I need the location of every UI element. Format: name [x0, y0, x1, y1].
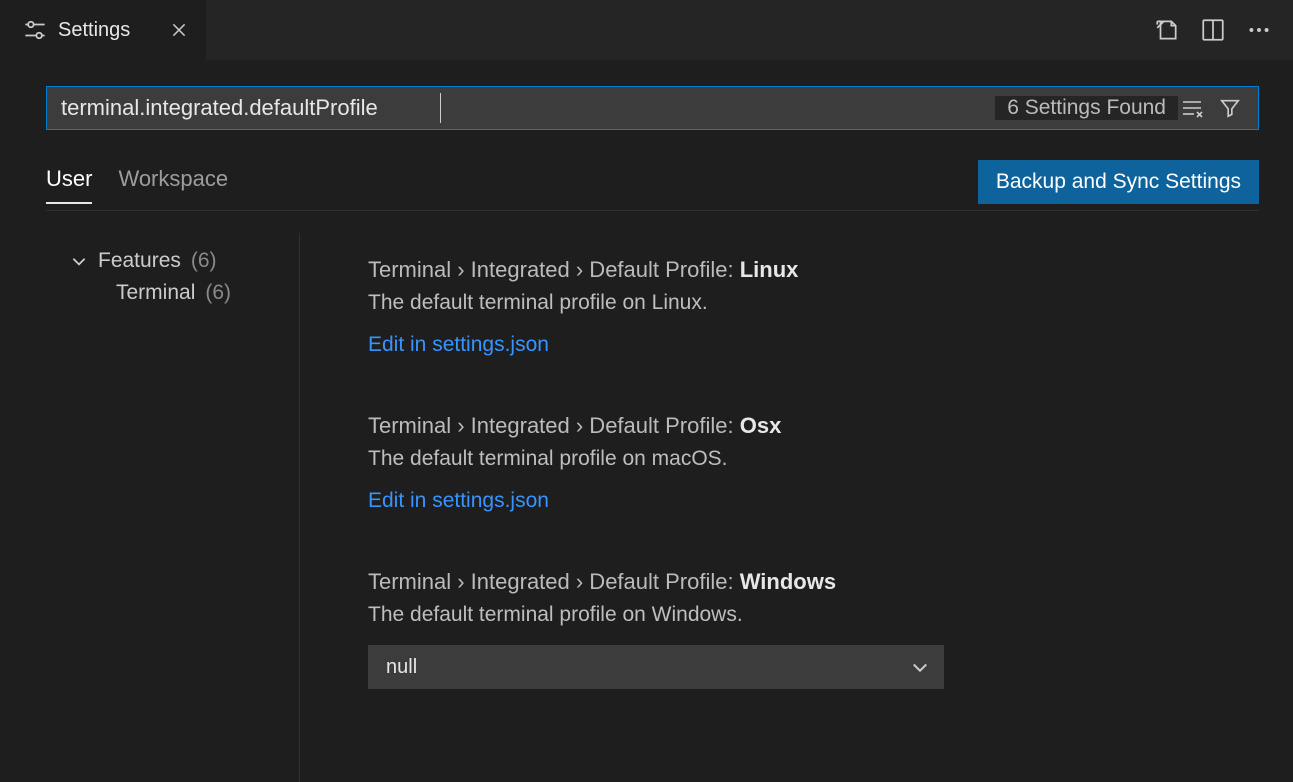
backup-sync-settings-button[interactable]: Backup and Sync Settings: [978, 160, 1259, 204]
setting-default-profile-osx: Terminal › Integrated › Default Profile:…: [368, 413, 1248, 513]
setting-title: Terminal › Integrated › Default Profile:…: [368, 257, 1248, 283]
setting-path: Terminal › Integrated › Default Profile:: [368, 257, 734, 282]
tab-label: Settings: [58, 19, 130, 42]
tab-settings[interactable]: Settings: [0, 0, 206, 60]
setting-path: Terminal › Integrated › Default Profile:: [368, 413, 734, 438]
text-caret: [440, 93, 441, 123]
settings-toc: Features (6) Terminal (6): [46, 233, 300, 782]
edit-in-settings-json-link[interactable]: Edit in settings.json: [368, 333, 549, 356]
settings-results-count: 6 Settings Found: [995, 96, 1178, 120]
editor-actions: [1133, 0, 1293, 60]
filter-icon[interactable]: [1216, 94, 1244, 122]
chevron-down-icon: [910, 657, 930, 677]
clear-search-icon[interactable]: [1178, 94, 1206, 122]
setting-description: The default terminal profile on Linux.: [368, 291, 1248, 315]
setting-path: Terminal › Integrated › Default Profile:: [368, 569, 734, 594]
edit-in-settings-json-link[interactable]: Edit in settings.json: [368, 489, 549, 512]
settings-list: Terminal › Integrated › Default Profile:…: [300, 233, 1259, 782]
toc-group-label: Features: [98, 249, 181, 273]
more-actions-icon[interactable]: [1245, 16, 1273, 44]
chevron-down-icon: [70, 252, 88, 270]
toc-group-count: (6): [191, 249, 217, 273]
setting-description: The default terminal profile on Windows.: [368, 603, 1248, 627]
setting-title: Terminal › Integrated › Default Profile:…: [368, 569, 1248, 595]
setting-leaf: Windows: [740, 569, 836, 594]
toc-item-count: (6): [205, 281, 231, 305]
settings-search: 6 Settings Found: [46, 86, 1259, 130]
editor-tab-bar: Settings: [0, 0, 1293, 60]
close-icon[interactable]: [170, 21, 188, 39]
settings-sliders-icon: [24, 19, 46, 41]
setting-default-profile-windows: Terminal › Integrated › Default Profile:…: [368, 569, 1248, 689]
toc-item-terminal[interactable]: Terminal (6): [70, 277, 299, 309]
toc-item-label: Terminal: [116, 281, 195, 305]
toc-group-features[interactable]: Features (6): [70, 245, 299, 277]
setting-title: Terminal › Integrated › Default Profile:…: [368, 413, 1248, 439]
settings-search-input[interactable]: [47, 87, 995, 129]
setting-default-profile-linux: Terminal › Integrated › Default Profile:…: [368, 257, 1248, 357]
setting-leaf: Linux: [740, 257, 799, 282]
select-value: null: [386, 656, 417, 679]
default-profile-windows-select[interactable]: null: [368, 645, 944, 689]
open-settings-json-icon[interactable]: [1153, 16, 1181, 44]
scope-tab-user[interactable]: User: [46, 166, 92, 204]
setting-leaf: Osx: [740, 413, 782, 438]
setting-description: The default terminal profile on macOS.: [368, 447, 1248, 471]
settings-scope-row: User Workspace Backup and Sync Settings: [46, 160, 1259, 211]
split-editor-icon[interactable]: [1199, 16, 1227, 44]
scope-tab-workspace[interactable]: Workspace: [118, 166, 228, 204]
